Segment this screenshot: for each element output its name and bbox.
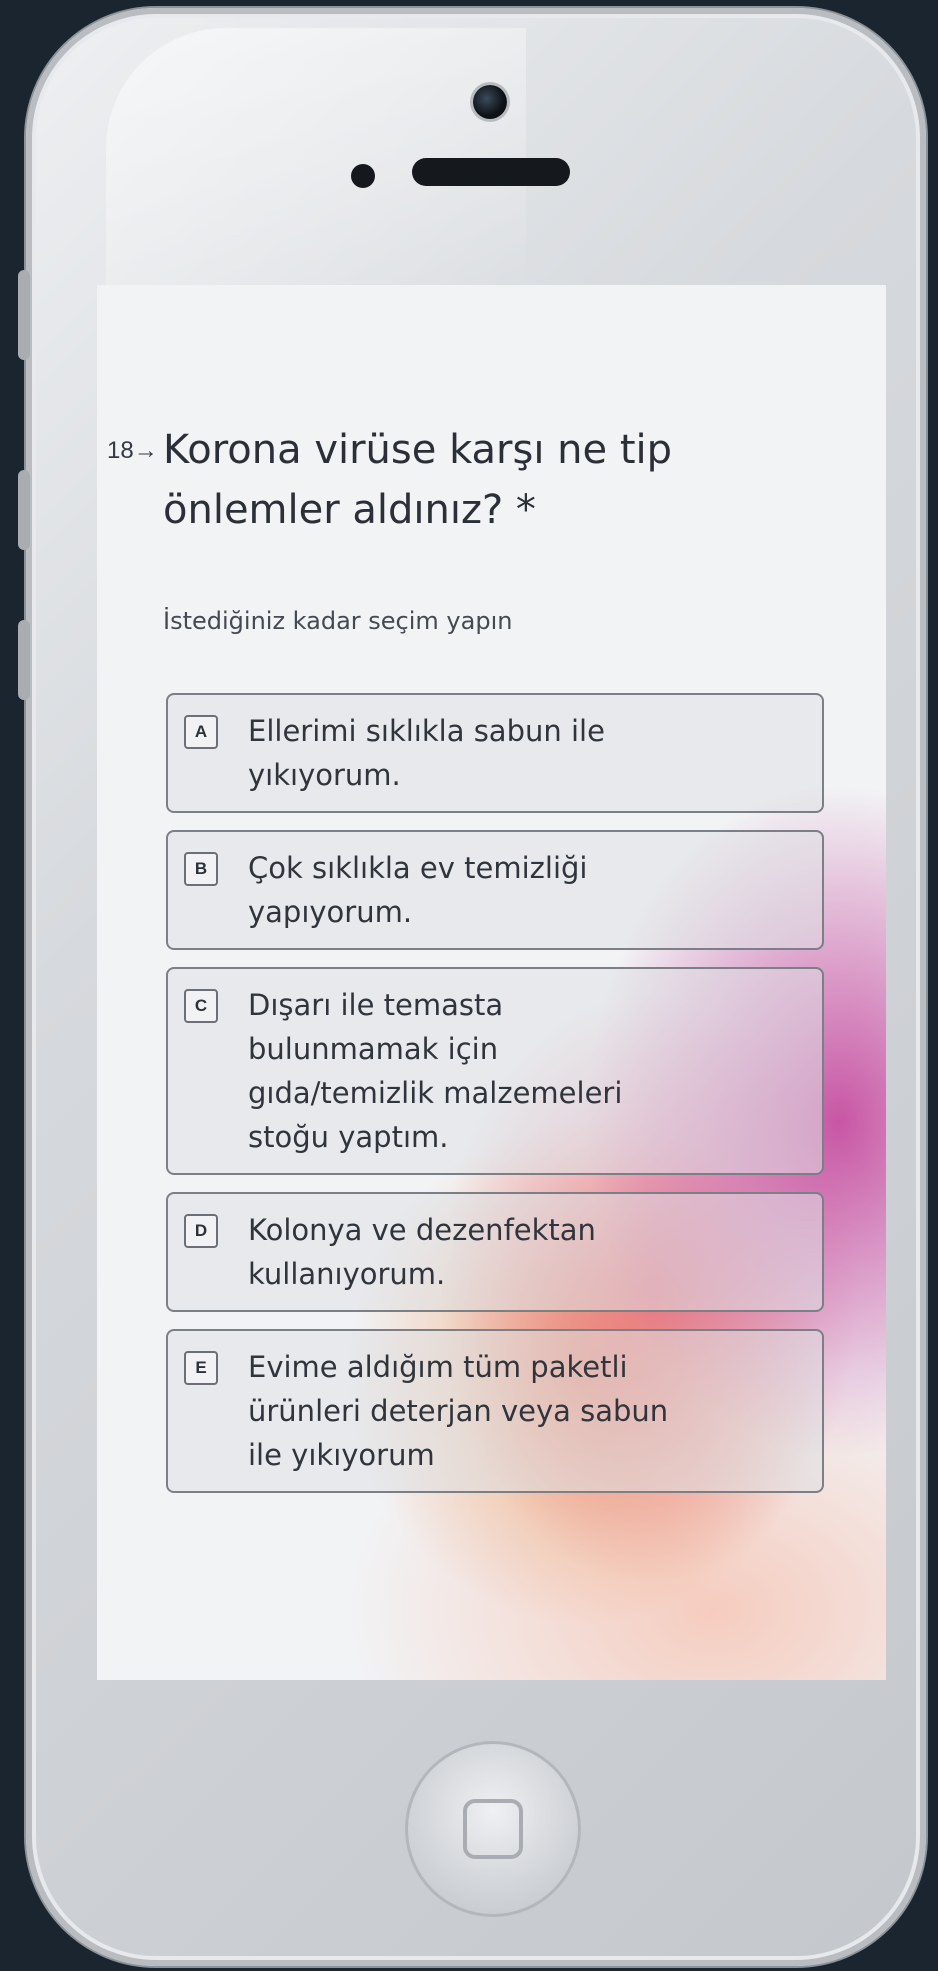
volume-up-button[interactable] xyxy=(18,470,30,550)
mute-switch[interactable] xyxy=(18,270,30,360)
option-label: Çok sıklıkla ev temizliği yapıyorum. xyxy=(248,851,588,929)
option-a[interactable]: A Ellerimi sıklıkla sabun ile yıkıyorum. xyxy=(166,693,824,813)
home-square-icon xyxy=(463,1799,523,1859)
option-key-badge: C xyxy=(184,989,218,1023)
option-e[interactable]: E Evime aldığım tüm paketli ürünleri det… xyxy=(166,1329,824,1493)
earpiece-speaker xyxy=(412,158,570,186)
phone-screen: 18→ Korona virüse karşı ne tip önlemler … xyxy=(97,285,886,1680)
options-list: A Ellerimi sıklıkla sabun ile yıkıyorum.… xyxy=(166,693,824,1510)
option-key-badge: B xyxy=(184,852,218,886)
option-label: Ellerimi sıklıkla sabun ile yıkıyorum. xyxy=(248,714,605,792)
selection-hint: İstediğiniz kadar seçim yapın xyxy=(163,607,513,635)
proximity-sensor xyxy=(351,164,375,188)
option-d[interactable]: D Kolonya ve dezenfektan kullanıyorum. xyxy=(166,1192,824,1312)
option-key-badge: D xyxy=(184,1214,218,1248)
home-button[interactable] xyxy=(405,1741,581,1917)
option-label: Kolonya ve dezenfektan kullanıyorum. xyxy=(248,1213,596,1291)
front-camera xyxy=(473,85,507,119)
option-b[interactable]: B Çok sıklıkla ev temizliği yapıyorum. xyxy=(166,830,824,950)
option-key-badge: E xyxy=(184,1351,218,1385)
option-label: Dışarı ile temasta bulunmamak için gıda/… xyxy=(248,988,623,1154)
question-number: 18→ xyxy=(107,437,158,464)
option-label: Evime aldığım tüm paketli ürünleri deter… xyxy=(248,1350,669,1472)
question-title: Korona virüse karşı ne tip önlemler aldı… xyxy=(163,427,673,533)
volume-down-button[interactable] xyxy=(18,620,30,700)
option-key-badge: A xyxy=(184,715,218,749)
option-c[interactable]: C Dışarı ile temasta bulunmamak için gıd… xyxy=(166,967,824,1175)
